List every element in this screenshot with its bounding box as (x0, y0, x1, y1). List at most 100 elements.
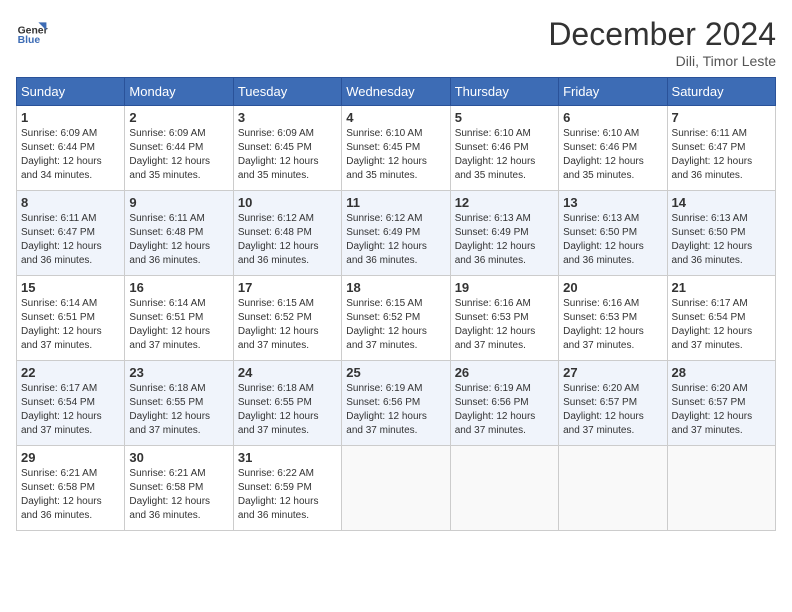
day-info: Sunrise: 6:10 AMSunset: 6:46 PMDaylight:… (455, 127, 554, 183)
day-number: 9 (129, 195, 228, 210)
calendar-cell: 29 Sunrise: 6:21 AMSunset: 6:58 PMDayligh… (17, 446, 125, 531)
day-info: Sunrise: 6:18 AMSunset: 6:55 PMDaylight:… (129, 382, 228, 438)
calendar-cell (559, 446, 667, 531)
calendar-week-row: 1 Sunrise: 6:09 AMSunset: 6:44 PMDaylight… (17, 106, 776, 191)
calendar-cell: 20Sunrise: 6:16 AMSunset: 6:53 PMDayligh… (559, 276, 667, 361)
day-info: Sunrise: 6:10 AMSunset: 6:46 PMDaylight:… (563, 127, 662, 183)
day-info: Sunrise: 6:13 AMSunset: 6:49 PMDaylight:… (455, 212, 554, 268)
calendar-cell: 6Sunrise: 6:10 AMSunset: 6:46 PMDaylight… (559, 106, 667, 191)
day-number: 26 (455, 365, 554, 380)
day-info: Sunrise: 6:21 AMSunset: 6:58 PMDaylight:… (21, 467, 120, 523)
day-info: Sunrise: 6:15 AMSunset: 6:52 PMDaylight:… (346, 297, 445, 353)
calendar-cell: 2 Sunrise: 6:09 AMSunset: 6:44 PMDaylight… (125, 106, 233, 191)
day-number: 12 (455, 195, 554, 210)
day-number: 4 (346, 110, 445, 125)
day-info: Sunrise: 6:09 AMSunset: 6:45 PMDaylight:… (238, 127, 337, 183)
day-number: 3 (238, 110, 337, 125)
calendar-cell: 27Sunrise: 6:20 AMSunset: 6:57 PMDayligh… (559, 361, 667, 446)
day-info: Sunrise: 6:16 AMSunset: 6:53 PMDaylight:… (563, 297, 662, 353)
calendar-cell: 1 Sunrise: 6:09 AMSunset: 6:44 PMDaylight… (17, 106, 125, 191)
day-of-week-header: Tuesday (233, 78, 341, 106)
day-info: Sunrise: 6:19 AMSunset: 6:56 PMDaylight:… (455, 382, 554, 438)
day-info: Sunrise: 6:22 AMSunset: 6:59 PMDaylight:… (238, 467, 337, 523)
day-info: Sunrise: 6:17 AMSunset: 6:54 PMDaylight:… (672, 297, 771, 353)
calendar-cell: 25Sunrise: 6:19 AMSunset: 6:56 PMDayligh… (342, 361, 450, 446)
calendar-cell: 26 Sunrise: 6:19 AMSunset: 6:56 PMDayligh… (450, 361, 558, 446)
day-number: 14 (672, 195, 771, 210)
day-number: 7 (672, 110, 771, 125)
day-number: 29 (21, 450, 120, 465)
calendar-cell: 14 Sunrise: 6:13 AMSunset: 6:50 PMDayligh… (667, 191, 775, 276)
day-info: Sunrise: 6:13 AMSunset: 6:50 PMDaylight:… (672, 212, 771, 268)
day-number: 15 (21, 280, 120, 295)
calendar-cell: 9 Sunrise: 6:11 AMSunset: 6:48 PMDaylight… (125, 191, 233, 276)
day-info: Sunrise: 6:14 AMSunset: 6:51 PMDaylight:… (21, 297, 120, 353)
day-number: 30 (129, 450, 228, 465)
calendar-cell: 4 Sunrise: 6:10 AMSunset: 6:45 PMDaylight… (342, 106, 450, 191)
day-info: Sunrise: 6:11 AMSunset: 6:47 PMDaylight:… (21, 212, 120, 268)
day-of-week-header: Saturday (667, 78, 775, 106)
day-info: Sunrise: 6:13 AMSunset: 6:50 PMDaylight:… (563, 212, 662, 268)
day-info: Sunrise: 6:09 AMSunset: 6:44 PMDaylight:… (129, 127, 228, 183)
day-number: 23 (129, 365, 228, 380)
calendar-cell: 23 Sunrise: 6:18 AMSunset: 6:55 PMDayligh… (125, 361, 233, 446)
page-header: General Blue December 2024 Dili, Timor L… (16, 16, 776, 69)
calendar-cell: 17 Sunrise: 6:15 AMSunset: 6:52 PMDayligh… (233, 276, 341, 361)
calendar-cell: 10 Sunrise: 6:12 AMSunset: 6:48 PMDayligh… (233, 191, 341, 276)
calendar-header-row: SundayMondayTuesdayWednesdayThursdayFrid… (17, 78, 776, 106)
calendar-cell (450, 446, 558, 531)
day-of-week-header: Thursday (450, 78, 558, 106)
day-number: 22 (21, 365, 120, 380)
calendar-cell: 15 Sunrise: 6:14 AMSunset: 6:51 PMDayligh… (17, 276, 125, 361)
title-section: December 2024 Dili, Timor Leste (548, 16, 776, 69)
calendar-cell: 16 Sunrise: 6:14 AMSunset: 6:51 PMDayligh… (125, 276, 233, 361)
day-info: Sunrise: 6:12 AMSunset: 6:49 PMDaylight:… (346, 212, 445, 268)
day-info: Sunrise: 6:15 AMSunset: 6:52 PMDaylight:… (238, 297, 337, 353)
calendar-cell: 19 Sunrise: 6:16 AMSunset: 6:53 PMDayligh… (450, 276, 558, 361)
day-info: Sunrise: 6:14 AMSunset: 6:51 PMDaylight:… (129, 297, 228, 353)
calendar-cell (667, 446, 775, 531)
day-info: Sunrise: 6:11 AMSunset: 6:48 PMDaylight:… (129, 212, 228, 268)
calendar-cell: 30 Sunrise: 6:21 AMSunset: 6:58 PMDayligh… (125, 446, 233, 531)
day-info: Sunrise: 6:10 AMSunset: 6:45 PMDaylight:… (346, 127, 445, 183)
day-info: Sunrise: 6:21 AMSunset: 6:58 PMDaylight:… (129, 467, 228, 523)
day-number: 5 (455, 110, 554, 125)
calendar-cell: 12 Sunrise: 6:13 AMSunset: 6:49 PMDayligh… (450, 191, 558, 276)
day-number: 1 (21, 110, 120, 125)
day-number: 21 (672, 280, 771, 295)
day-info: Sunrise: 6:20 AMSunset: 6:57 PMDaylight:… (672, 382, 771, 438)
day-number: 31 (238, 450, 337, 465)
day-info: Sunrise: 6:16 AMSunset: 6:53 PMDaylight:… (455, 297, 554, 353)
day-number: 8 (21, 195, 120, 210)
day-number: 2 (129, 110, 228, 125)
calendar-cell: 11 Sunrise: 6:12 AMSunset: 6:49 PMDayligh… (342, 191, 450, 276)
day-number: 17 (238, 280, 337, 295)
day-info: Sunrise: 6:09 AMSunset: 6:44 PMDaylight:… (21, 127, 120, 183)
calendar-cell: 24Sunrise: 6:18 AMSunset: 6:55 PMDayligh… (233, 361, 341, 446)
logo-icon: General Blue (16, 16, 48, 48)
month-title: December 2024 (548, 16, 776, 53)
calendar-cell: 18 Sunrise: 6:15 AMSunset: 6:52 PMDayligh… (342, 276, 450, 361)
calendar-cell: 31 Sunrise: 6:22 AMSunset: 6:59 PMDayligh… (233, 446, 341, 531)
day-info: Sunrise: 6:19 AMSunset: 6:56 PMDaylight:… (346, 382, 445, 438)
calendar-cell: 3 Sunrise: 6:09 AMSunset: 6:45 PMDaylight… (233, 106, 341, 191)
calendar-week-row: 8 Sunrise: 6:11 AMSunset: 6:47 PMDaylight… (17, 191, 776, 276)
day-info: Sunrise: 6:12 AMSunset: 6:48 PMDaylight:… (238, 212, 337, 268)
svg-text:Blue: Blue (18, 35, 41, 46)
day-number: 10 (238, 195, 337, 210)
logo: General Blue (16, 16, 48, 48)
day-of-week-header: Friday (559, 78, 667, 106)
day-number: 18 (346, 280, 445, 295)
day-of-week-header: Monday (125, 78, 233, 106)
day-number: 16 (129, 280, 228, 295)
calendar-cell: 7Sunrise: 6:11 AMSunset: 6:47 PMDaylight… (667, 106, 775, 191)
location-subtitle: Dili, Timor Leste (548, 53, 776, 69)
day-of-week-header: Sunday (17, 78, 125, 106)
day-info: Sunrise: 6:18 AMSunset: 6:55 PMDaylight:… (238, 382, 337, 438)
calendar-cell: 28Sunrise: 6:20 AMSunset: 6:57 PMDayligh… (667, 361, 775, 446)
day-number: 11 (346, 195, 445, 210)
calendar-cell: 21 Sunrise: 6:17 AMSunset: 6:54 PMDayligh… (667, 276, 775, 361)
day-number: 27 (563, 365, 662, 380)
day-number: 19 (455, 280, 554, 295)
calendar-week-row: 29 Sunrise: 6:21 AMSunset: 6:58 PMDayligh… (17, 446, 776, 531)
